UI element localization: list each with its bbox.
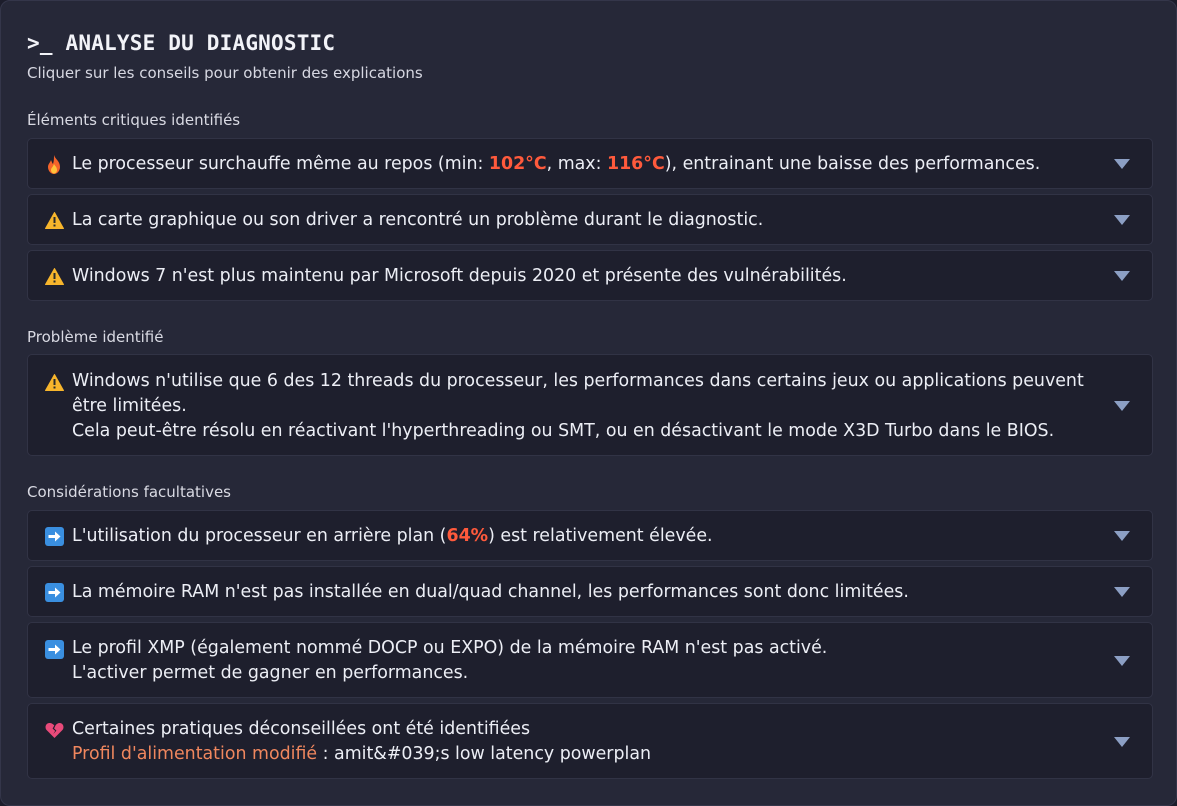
chevron-down-icon[interactable]: [1114, 737, 1130, 747]
max-temp-value: 116°C: [606, 154, 665, 174]
advice-text: Windows 7 n'est plus maintenu par Micros…: [72, 266, 847, 286]
warning-icon: [44, 210, 64, 230]
advice-text: La carte graphique ou son driver a renco…: [72, 210, 764, 230]
warning-icon: [44, 372, 64, 392]
power-plan-value: : amit&#039;s low latency powerplan: [317, 744, 651, 764]
advice-item-xmp[interactable]: Le profil XMP (également nommé DOCP ou E…: [27, 622, 1153, 698]
section-title-critical: Éléments critiques identifiés: [27, 111, 241, 129]
chevron-down-icon[interactable]: [1114, 587, 1130, 597]
arrow-right-icon: [44, 639, 64, 659]
chevron-down-icon[interactable]: [1114, 531, 1130, 541]
section-title-problem: Problème identifié: [27, 328, 164, 346]
advice-item-bad-practices[interactable]: Certaines pratiques déconseillées ont ét…: [27, 703, 1153, 779]
min-temp-value: 102°C: [488, 154, 547, 174]
power-plan-link[interactable]: Profil d'alimentation modifié: [72, 744, 317, 764]
broken-heart-icon: [44, 720, 64, 740]
advice-text: Le processeur surchauffe même au repos (…: [72, 154, 1041, 174]
advice-text: Windows n'utilise que 6 des 12 threads d…: [72, 371, 1084, 441]
fire-icon: [44, 154, 64, 174]
section-title-optional: Considérations facultatives: [27, 483, 232, 501]
cpu-usage-value: 64%: [446, 526, 489, 546]
warning-icon: [44, 266, 64, 286]
arrow-right-icon: [44, 526, 64, 546]
advice-text: La mémoire RAM n'est pas installée en du…: [72, 582, 909, 602]
chevron-down-icon[interactable]: [1114, 159, 1130, 169]
advice-item-threads[interactable]: Windows n'utilise que 6 des 12 threads d…: [27, 354, 1153, 456]
chevron-down-icon[interactable]: [1114, 215, 1130, 225]
advice-text: Certaines pratiques déconseillées ont ét…: [72, 719, 651, 764]
advice-item-cpu-overheat[interactable]: Le processeur surchauffe même au repos (…: [27, 138, 1153, 189]
diagnostic-panel: >_ ANALYSE DU DIAGNOSTIC Cliquer sur les…: [0, 0, 1177, 806]
advice-text: L'utilisation du processeur en arrière p…: [72, 526, 713, 546]
page-subtitle: Cliquer sur les conseils pour obtenir de…: [27, 64, 423, 82]
advice-item-windows-eol[interactable]: Windows 7 n'est plus maintenu par Micros…: [27, 250, 1153, 301]
chevron-down-icon[interactable]: [1114, 656, 1130, 666]
chevron-down-icon[interactable]: [1114, 271, 1130, 281]
advice-item-ram-channel[interactable]: La mémoire RAM n'est pas installée en du…: [27, 566, 1153, 617]
page-title: >_ ANALYSE DU DIAGNOSTIC: [27, 31, 336, 55]
advice-item-gpu-driver[interactable]: La carte graphique ou son driver a renco…: [27, 194, 1153, 245]
arrow-right-icon: [44, 582, 64, 602]
advice-item-background-cpu[interactable]: L'utilisation du processeur en arrière p…: [27, 510, 1153, 561]
chevron-down-icon[interactable]: [1114, 401, 1130, 411]
advice-text: Le profil XMP (également nommé DOCP ou E…: [72, 638, 828, 683]
